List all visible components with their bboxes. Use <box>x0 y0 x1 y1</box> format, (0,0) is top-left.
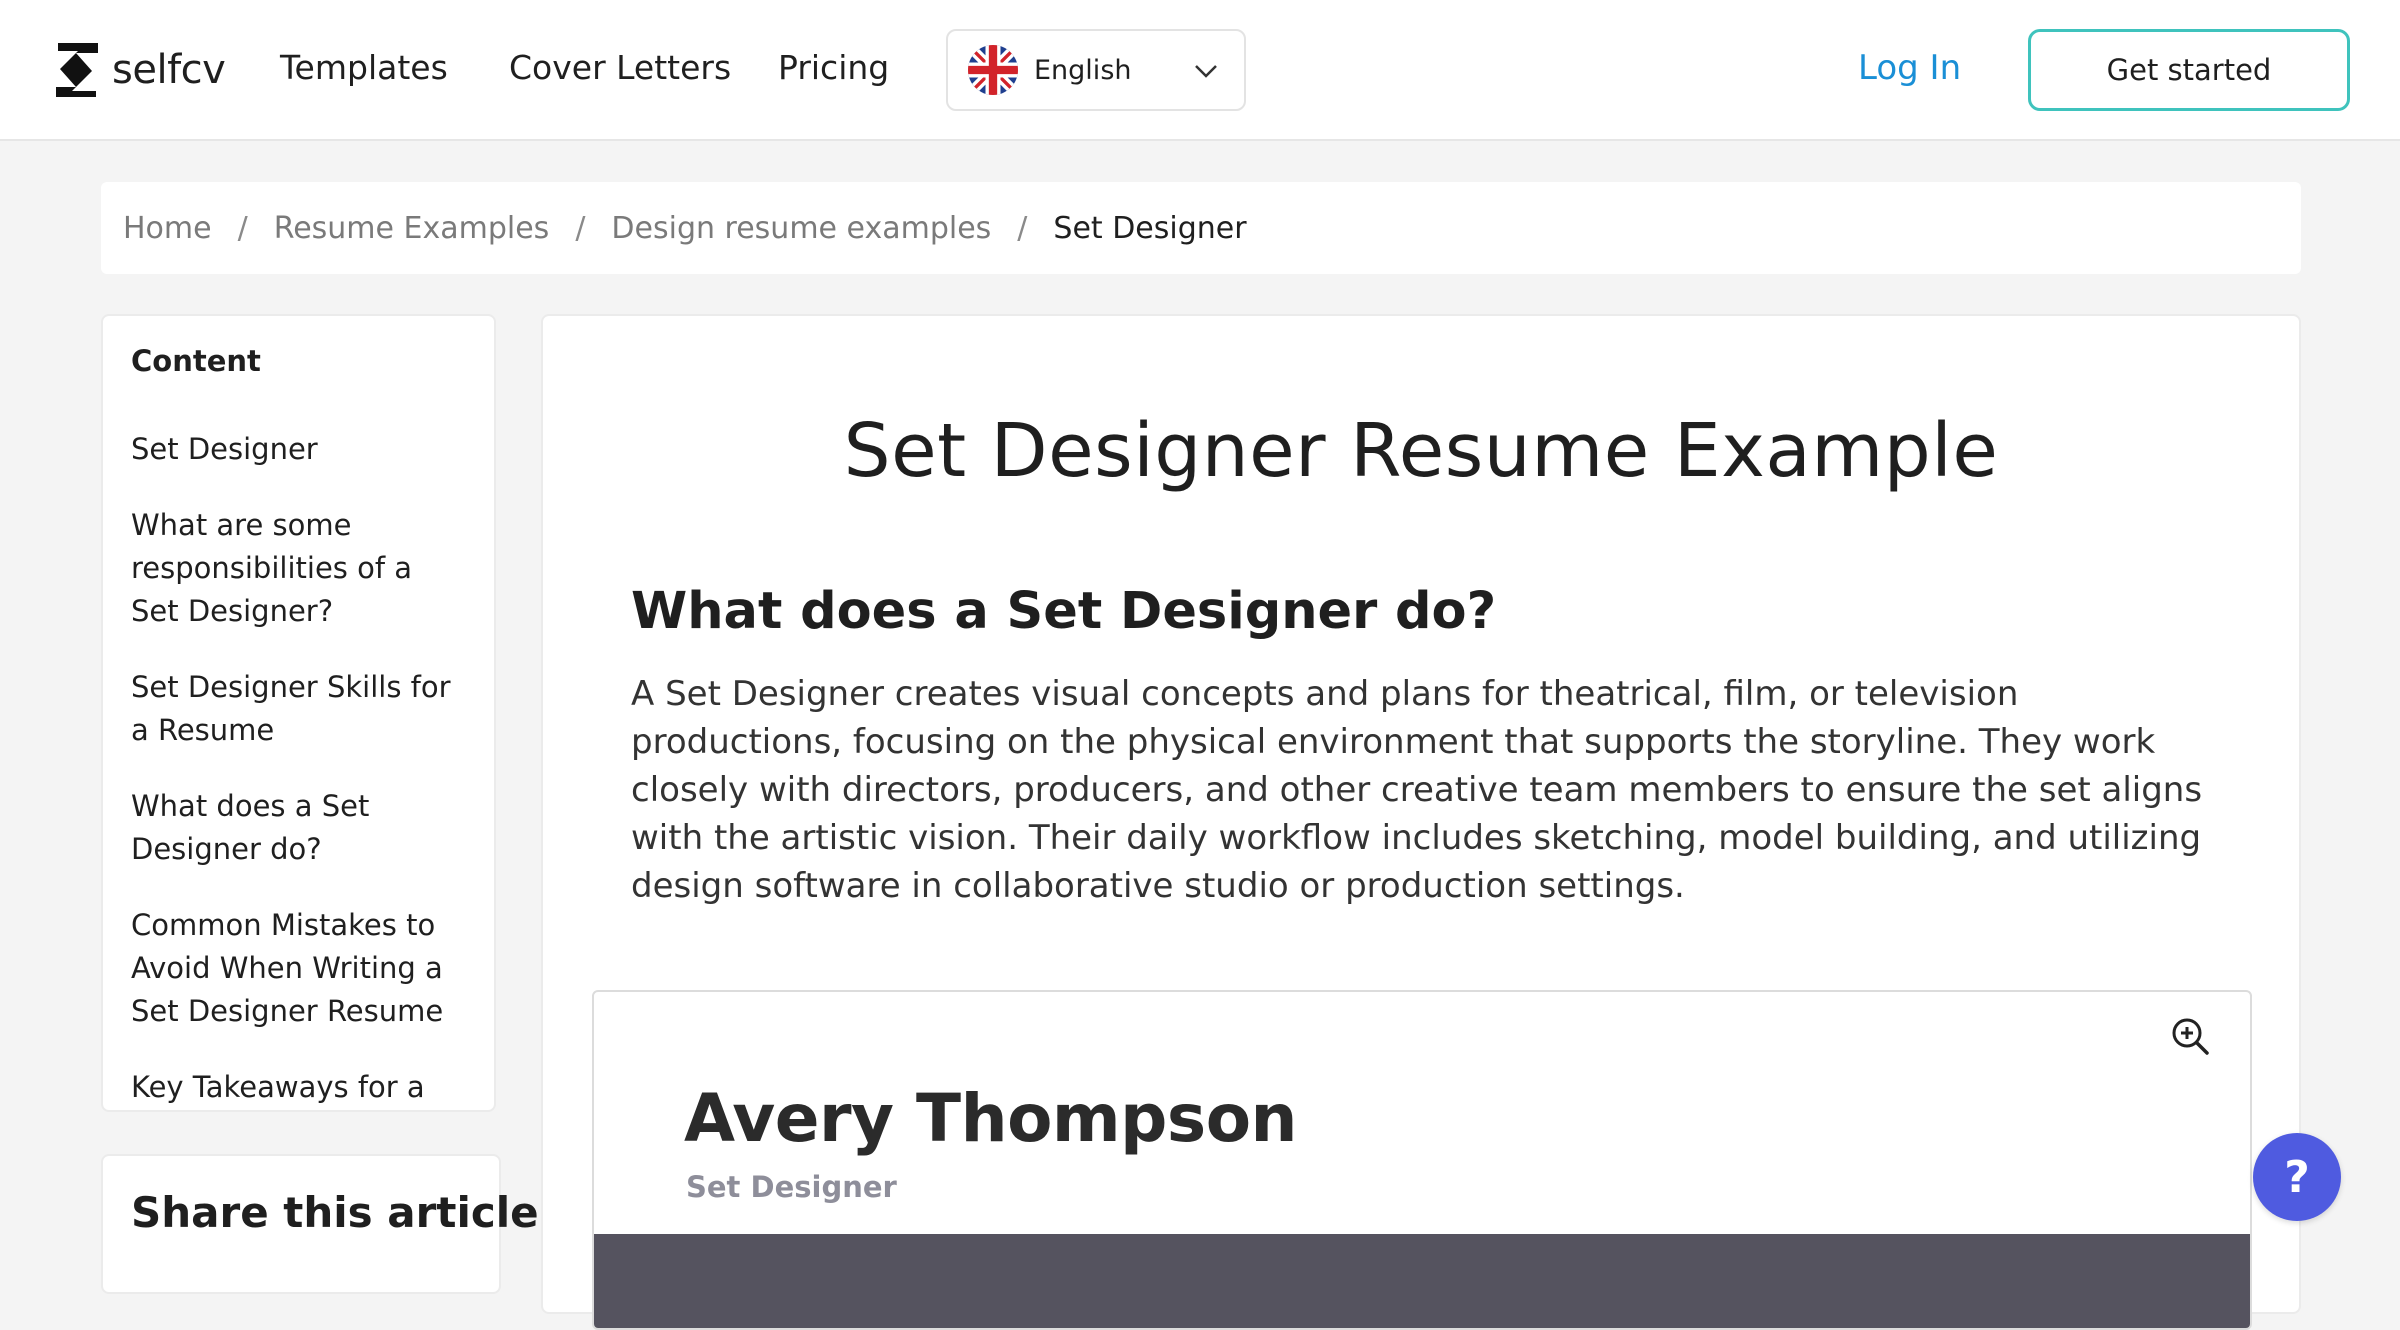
toc-title: Content <box>131 344 261 378</box>
share-title: Share this article <box>131 1188 539 1237</box>
language-label: English <box>1034 54 1132 86</box>
toc-item[interactable]: Set Designer Skills for a Resume <box>131 666 466 752</box>
page-title: Set Designer Resume Example <box>843 408 1999 494</box>
breadcrumb-current: Set Designer <box>1053 210 1247 246</box>
nav-pricing[interactable]: Pricing <box>778 48 889 87</box>
uk-flag-icon <box>968 45 1018 95</box>
breadcrumb-separator: / <box>237 210 248 246</box>
selfcv-logo-icon <box>56 43 98 97</box>
breadcrumb-separator: / <box>575 210 586 246</box>
section-heading: What does a Set Designer do? <box>631 582 1497 641</box>
section-body: A Set Designer creates visual concepts a… <box>631 674 2203 906</box>
resume-role: Set Designer <box>686 1170 897 1204</box>
logo-text: selfcv <box>112 47 226 93</box>
toc-item[interactable]: What are some responsibilities of a Set … <box>131 504 466 633</box>
login-link[interactable]: Log In <box>1858 48 1961 88</box>
breadcrumb-design-resume-examples[interactable]: Design resume examples <box>611 211 991 246</box>
nav-templates[interactable]: Templates <box>280 48 448 87</box>
toc-item[interactable]: Key Takeaways for a <box>131 1066 466 1109</box>
toc-item[interactable]: Common Mistakes to Avoid When Writing a … <box>131 904 466 1033</box>
share-panel: Share this article <box>101 1154 539 1294</box>
breadcrumb-separator: / <box>1017 210 1028 246</box>
breadcrumb: Home / Resume Examples / Design resume e… <box>101 182 2301 274</box>
logo[interactable]: selfcv <box>52 40 226 100</box>
toc-item[interactable]: Set Designer <box>131 428 466 471</box>
resume-header-band <box>594 1234 2250 1328</box>
help-button[interactable]: ? <box>2253 1133 2341 1221</box>
resume-name: Avery Thompson <box>684 1080 1298 1157</box>
language-select[interactable]: English <box>946 29 1246 111</box>
table-of-contents: Content Set Designer What are some respo… <box>101 314 496 1112</box>
toc-item[interactable]: What does a Set Designer do? <box>131 785 466 871</box>
zoom-in-icon[interactable] <box>2170 1016 2210 1056</box>
breadcrumb-resume-examples[interactable]: Resume Examples <box>274 211 550 246</box>
article-main: Set Designer Resume Example What does a … <box>541 314 2301 1330</box>
get-started-button[interactable]: Get started <box>2028 29 2350 111</box>
nav-cover-letters[interactable]: Cover Letters <box>509 48 731 87</box>
breadcrumb-home[interactable]: Home <box>123 211 212 246</box>
resume-preview[interactable]: Avery Thompson Set Designer <box>592 990 2252 1330</box>
chevron-down-icon <box>1195 65 1217 78</box>
site-header: selfcv Templates Cover Letters Pricing E… <box>0 0 2400 141</box>
